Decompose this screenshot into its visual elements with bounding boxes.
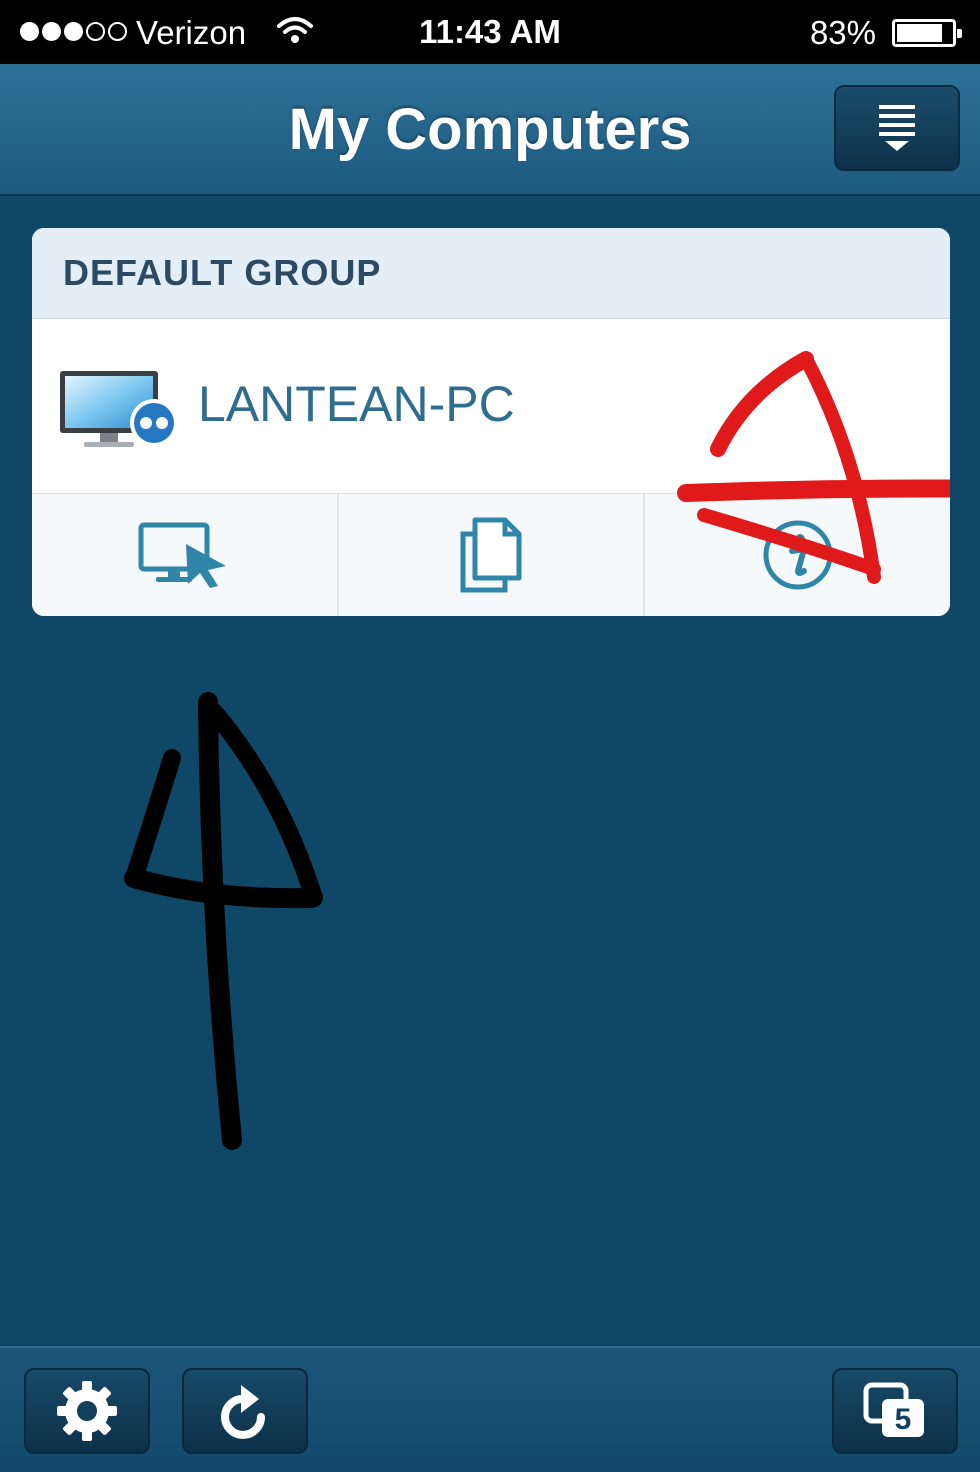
settings-button[interactable] (24, 1368, 150, 1454)
group-header: DEFAULT GROUP (32, 228, 950, 319)
remote-control-button[interactable] (32, 494, 339, 616)
battery-level (897, 24, 942, 42)
handwritten-red-annotation (677, 351, 950, 584)
computer-list-item[interactable]: LANTEAN-PC (32, 319, 950, 584)
gear-icon (57, 1381, 117, 1441)
refresh-button[interactable] (182, 1368, 308, 1454)
sessions-icon: 5 (863, 1382, 924, 1437)
battery-tip (957, 29, 962, 38)
list-menu-icon (879, 105, 915, 151)
sessions-button[interactable]: 5 (832, 1368, 958, 1454)
bottom-toolbar: 5 (0, 1346, 980, 1472)
handwritten-black-annotation (124, 692, 323, 1150)
computer-name: LANTEAN-PC (198, 376, 515, 432)
group-title: DEFAULT GROUP (63, 252, 382, 293)
computer-online-icon (58, 367, 184, 456)
navigation-bar: My Computers (0, 64, 980, 196)
file-transfer-icon (460, 517, 522, 593)
status-bar: Verizon 11:43 AM 83% (0, 0, 980, 64)
remote-control-icon (138, 522, 227, 588)
page-title: My Computers (288, 97, 692, 162)
battery-icon (892, 19, 962, 47)
computer-group-card: DEFAULT GROUP LANTEAN-PC (32, 228, 950, 616)
battery-percent: 83% (809, 14, 876, 51)
file-transfer-button[interactable] (339, 494, 646, 616)
sessions-count: 5 (895, 1403, 912, 1436)
refresh-icon (221, 1385, 265, 1439)
menu-button[interactable] (834, 85, 960, 171)
